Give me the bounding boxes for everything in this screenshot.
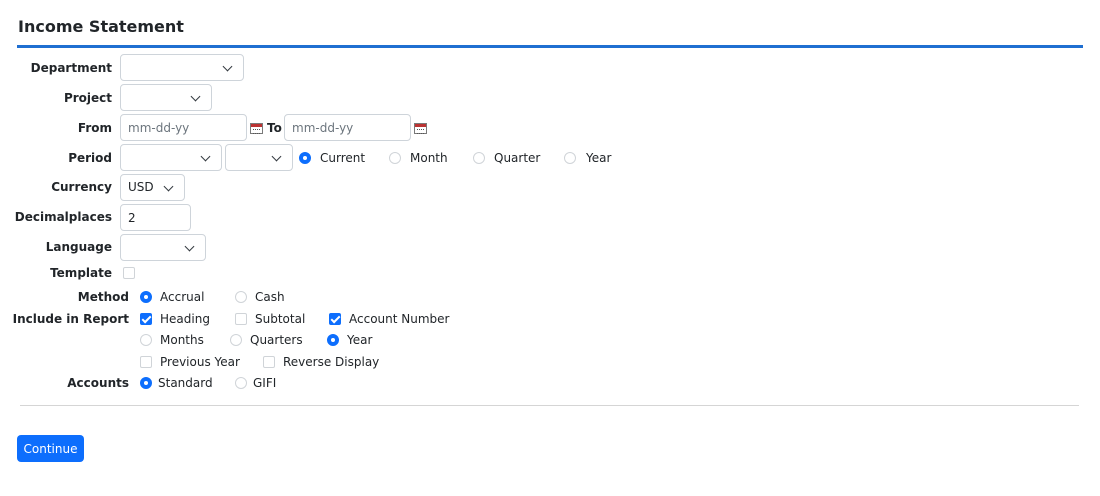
currency-label: Currency [51, 180, 112, 194]
subtotal-label: Subtotal [255, 312, 306, 326]
from-label: From [77, 121, 112, 135]
accounts-standard-label: Standard [158, 376, 213, 390]
method-accrual-label: Accrual [160, 290, 205, 304]
page-title: Income Statement [18, 17, 184, 36]
period-label: Period [68, 151, 112, 165]
months-radio[interactable] [140, 334, 152, 346]
chevron-down-icon [222, 61, 233, 72]
decimalplaces-label: Decimalplaces [14, 210, 112, 224]
quarters-label: Quarters [250, 333, 303, 347]
project-label: Project [63, 91, 112, 105]
language-label: Language [45, 240, 112, 254]
chevron-down-icon [163, 181, 174, 192]
method-cash-label: Cash [255, 290, 285, 304]
period-year-select[interactable] [225, 144, 293, 171]
project-select[interactable] [120, 84, 212, 111]
reverse-display-checkbox[interactable] [263, 356, 275, 368]
accounts-gifi-radio[interactable] [235, 377, 247, 389]
heading-checkbox[interactable] [140, 313, 152, 325]
year-label: Year [347, 333, 373, 347]
continue-button[interactable]: Continue [17, 435, 84, 462]
department-label: Department [30, 61, 112, 75]
accounts-standard-radio[interactable] [140, 377, 152, 389]
period-month-radio[interactable] [389, 152, 401, 164]
chevron-down-icon [184, 241, 195, 252]
accounts-gifi-label: GIFI [253, 376, 277, 390]
chevron-down-icon [200, 151, 211, 162]
language-select[interactable] [120, 234, 206, 261]
template-label: Template [50, 266, 112, 280]
year-radio[interactable] [327, 334, 339, 346]
period-year-label: Year [586, 151, 612, 165]
period-quarter-radio[interactable] [473, 152, 485, 164]
period-month-label: Month [410, 151, 448, 165]
include-in-report-label: Include in Report [12, 312, 129, 326]
template-checkbox[interactable] [123, 267, 135, 279]
method-accrual-radio[interactable] [140, 291, 152, 303]
from-date-input[interactable] [120, 114, 247, 141]
reverse-display-label: Reverse Display [283, 355, 380, 369]
period-current-label: Current [320, 151, 366, 165]
calendar-icon[interactable] [414, 123, 427, 134]
chevron-down-icon [271, 151, 282, 162]
section-divider [20, 405, 1079, 406]
period-quarter-label: Quarter [494, 151, 541, 165]
previous-year-label: Previous Year [160, 355, 240, 369]
department-select[interactable] [120, 54, 244, 81]
heading-label: Heading [160, 312, 210, 326]
method-cash-radio[interactable] [235, 291, 247, 303]
previous-year-checkbox[interactable] [140, 356, 152, 368]
period-month-select[interactable] [120, 144, 222, 171]
currency-select[interactable]: USD [120, 174, 185, 201]
currency-select-value: USD [128, 180, 154, 194]
calendar-icon[interactable] [250, 123, 263, 134]
quarters-radio[interactable] [230, 334, 242, 346]
to-date-input[interactable] [284, 114, 411, 141]
title-underline [17, 45, 1083, 48]
method-label: Method [77, 290, 129, 304]
period-current-radio[interactable] [299, 152, 311, 164]
months-label: Months [160, 333, 204, 347]
period-year-radio[interactable] [564, 152, 576, 164]
subtotal-checkbox[interactable] [235, 313, 247, 325]
accounts-label: Accounts [67, 376, 129, 390]
to-label: To [267, 121, 282, 135]
chevron-down-icon [190, 91, 201, 102]
account-number-label: Account Number [349, 312, 450, 326]
account-number-checkbox[interactable] [329, 313, 341, 325]
decimalplaces-input[interactable] [120, 204, 191, 231]
